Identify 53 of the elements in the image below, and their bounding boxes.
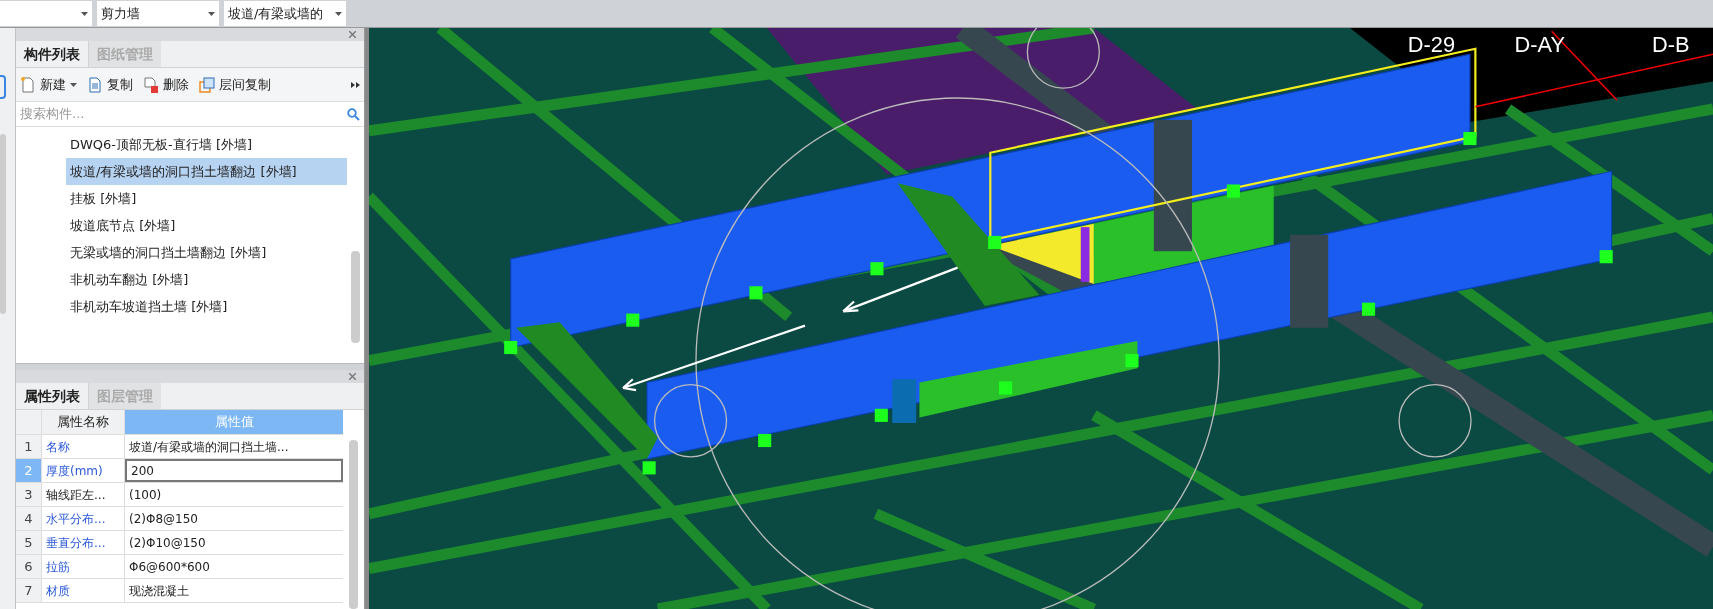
property-name: 拉筋 <box>42 555 125 578</box>
panel-icon[interactable] <box>0 75 6 99</box>
property-value[interactable]: (2)Φ10@150 <box>125 531 343 554</box>
property-name: 水平分布... <box>42 507 125 530</box>
close-icon[interactable] <box>349 31 356 38</box>
property-value[interactable]: (2)Φ8@150 <box>125 507 343 530</box>
caret-icon <box>208 11 215 16</box>
column-header: 属性名称 <box>42 410 125 434</box>
list-item[interactable]: 非机动车坡道挡土墙 [外墙] <box>66 293 347 320</box>
more-icon[interactable] <box>351 81 360 88</box>
new-document-icon <box>20 76 36 93</box>
property-name: 垂直分布... <box>42 531 125 554</box>
caret-icon <box>81 11 88 16</box>
search-field[interactable]: 搜索构件... <box>20 104 347 124</box>
toolbar-button[interactable]: 新建 <box>20 74 77 95</box>
toolbar-button[interactable]: 层间复制 <box>199 74 271 95</box>
close-icon[interactable] <box>349 373 356 380</box>
property-name: 名称 <box>42 435 125 458</box>
scrollbar-thumb[interactable] <box>349 440 358 609</box>
axis-label: D-AY <box>1514 32 1566 58</box>
property-name: 材质 <box>42 579 125 602</box>
delete-document-icon <box>143 76 159 93</box>
list-item[interactable]: 坡道底节点 [外墙] <box>66 212 347 239</box>
toolbar-button[interactable]: 删除 <box>143 74 189 95</box>
property-value[interactable]: (100) <box>125 483 343 506</box>
caret-icon <box>335 11 342 16</box>
row-number[interactable]: 4 <box>16 507 42 530</box>
list-item[interactable]: DWQ6-顶部无板-直行墙 [外墙] <box>66 131 347 158</box>
toolbar-button[interactable]: 复制 <box>87 74 133 95</box>
row-number[interactable]: 3 <box>16 483 42 506</box>
stacked-squares-icon <box>199 76 215 93</box>
list-item[interactable]: 挂板 [外墙] <box>66 185 347 212</box>
search-icon <box>347 107 360 121</box>
property-value[interactable]: 200 <box>125 459 343 482</box>
row-number[interactable]: 6 <box>16 555 42 578</box>
list-item[interactable]: 非机动车翻边 [外墙] <box>66 266 347 293</box>
property-value[interactable]: Φ6@600*600 <box>125 555 343 578</box>
property-name: 轴线距左... <box>42 483 125 506</box>
list-item[interactable]: 无梁或墙的洞口挡土墙翻边 [外墙] <box>66 239 347 266</box>
dropdown-select[interactable]: 剪力墙 <box>97 1 219 26</box>
property-value[interactable]: 现浇混凝土 <box>125 579 343 602</box>
list-item[interactable]: 坡道/有梁或墙的洞口挡土墙翻边 [外墙] <box>66 158 347 185</box>
axis-label: D-B <box>1651 32 1690 58</box>
property-value[interactable]: 坡道/有梁或墙的洞口挡土墙... <box>125 435 343 458</box>
property-name: 厚度(mm) <box>42 459 125 482</box>
column-header: 属性值 <box>125 410 343 434</box>
scrollbar-thumb[interactable] <box>351 251 360 343</box>
row-number[interactable]: 5 <box>16 531 42 554</box>
axis-label: D-29 <box>1407 32 1455 58</box>
dropdown-select[interactable]: 坡道/有梁或墙的 <box>224 1 346 26</box>
document-icon <box>87 76 103 93</box>
row-number[interactable]: 1 <box>16 435 42 458</box>
row-number[interactable]: 7 <box>16 579 42 602</box>
